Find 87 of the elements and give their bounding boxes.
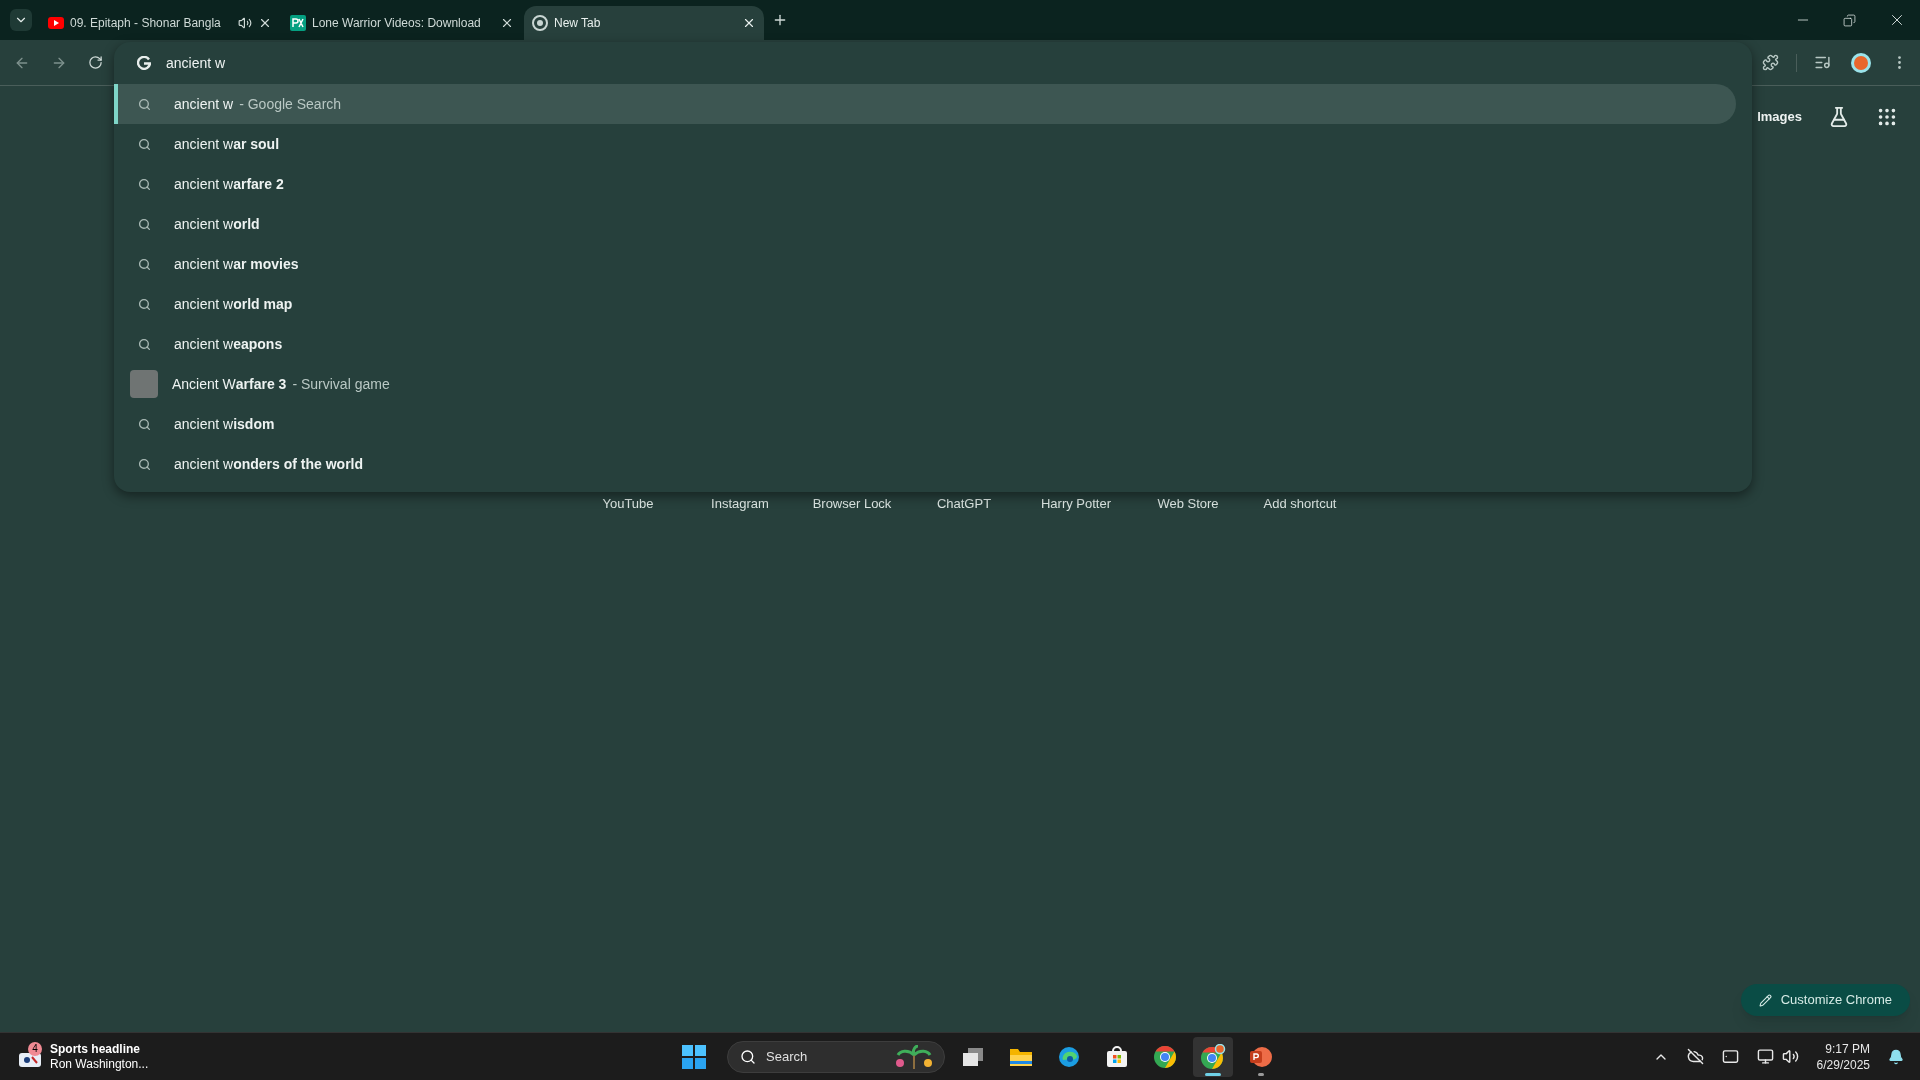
suggestion-text: ancient wisdom [174,414,275,434]
restore-icon[interactable] [1843,13,1856,27]
close-tab-icon[interactable] [500,16,514,30]
search-engine-icon [137,56,151,70]
browser-tab[interactable]: New Tab [524,6,764,40]
search-input[interactable]: Search [766,1046,880,1067]
shortcut-link[interactable]: Harry Potter [1020,494,1132,514]
search-icon [138,297,151,311]
task-view-icon [962,1046,984,1067]
search-icon [740,1048,756,1065]
browser-tab[interactable]: Lone Warrior Videos: Download [282,6,522,40]
tab-search-button[interactable] [10,9,32,31]
suggestion-row[interactable]: ancient world [114,204,1736,244]
volume-icon[interactable] [1781,1048,1799,1065]
suggestion-text: ancient war soul [174,134,280,154]
shopping-bag-icon [1106,1045,1128,1068]
suggestion-text: Ancient Warfare 3 - Survival game [172,374,390,394]
slides-app-icon [1249,1045,1273,1068]
suggestion-row[interactable]: ancient warfare 2 [114,164,1736,204]
suggestion-row[interactable]: ancient wonders of the world [114,444,1736,484]
profile-avatar[interactable] [1851,52,1871,73]
search-icon [138,137,151,151]
search-icon [138,457,151,471]
search-icon [138,337,151,351]
cloud-off-icon[interactable] [1686,1048,1704,1065]
touchpad-icon[interactable] [1721,1048,1739,1065]
shortcut-link[interactable]: Browser Lock [796,494,908,514]
suggestion-row[interactable]: ancient war soul [114,124,1736,164]
start-icon[interactable] [681,1043,707,1070]
suggestion-text: ancient wonders of the world [174,454,364,474]
suggestion-row[interactable]: ancient world map [114,284,1736,324]
network-icon[interactable] [1756,1048,1774,1065]
shortcut-link[interactable]: YouTube [572,494,684,514]
apps-grid-icon[interactable] [1876,106,1898,128]
notification-badge: 4 [28,1041,42,1056]
search-icon [138,417,151,431]
browser-logo-icon [1200,1043,1226,1070]
shortcut-link[interactable]: ChatGPT [908,494,1020,514]
browser-tab[interactable]: 09. Epitaph - Shonar Bangla [40,6,280,40]
taskbar-search-field[interactable]: Search [727,1040,945,1073]
extensions-icon[interactable] [1762,54,1779,71]
folder-icon [1009,1046,1033,1067]
suggestion-row[interactable]: Ancient Warfare 3 - Survival game [114,364,1736,404]
shortcut-link[interactable]: Add shortcut [1244,494,1356,514]
suggestion-row[interactable]: ancient wisdom [114,404,1736,444]
suggestion-row[interactable]: ancient war movies [114,244,1736,284]
tab-title: 09. Epitaph - Shonar Bangla [70,15,221,32]
suggestion-text: ancient world [174,214,260,234]
suggestion-text: ancient w - Google Search [174,94,342,114]
game-thumbnail [130,370,158,398]
news-widget[interactable]: 4 Sports headline Ron Washington... [0,1041,300,1072]
new-tab-icon[interactable] [772,12,788,28]
close-tab-icon[interactable] [258,16,272,30]
browser-logo-icon [1153,1044,1177,1069]
customize-button[interactable]: Customize Chrome [1740,984,1910,1016]
suggestion-row[interactable]: ancient weapons [114,324,1736,364]
widget-subtitle: Ron Washington... [50,1056,149,1072]
browser-logo-icon [532,15,548,31]
images-link[interactable]: Images [1757,107,1802,127]
flask-icon[interactable] [1828,106,1850,128]
notification-bell-icon[interactable] [1888,1048,1904,1065]
suggestion-text: ancient war movies [174,254,299,274]
clock-date[interactable]: 6/29/2025 [1816,1056,1870,1073]
search-icon [138,97,151,111]
address-field[interactable]: ancient w [166,52,1752,74]
shortcut-link[interactable]: Web Store [1132,494,1244,514]
pencil-icon [1758,993,1772,1007]
taskbar-app-button[interactable] [1193,1036,1233,1077]
tab-title: New Tab [554,15,601,32]
suggestion-text: ancient world map [174,294,293,314]
tab-title: Lone Warrior Videos: Download [312,15,481,32]
search-icon [138,177,151,191]
close-tab-icon[interactable] [742,16,756,30]
widget-headline: Sports headline [50,1041,142,1057]
search-icon [138,257,151,271]
suggestion-text: ancient weapons [174,334,283,354]
suggestion-row[interactable]: ancient w - Google Search [114,84,1736,124]
wave-browser-icon [1058,1045,1080,1068]
shortcut-link[interactable]: Instagram [684,494,796,514]
search-icon [138,217,151,231]
reload-icon[interactable] [88,55,103,70]
suggestion-text: ancient warfare 2 [174,174,284,194]
clock-time[interactable]: 9:17 PM [1825,1040,1870,1057]
media-controls-icon[interactable] [1814,54,1831,71]
stock-site-icon [290,15,306,31]
video-site-icon [48,17,64,29]
speaker-icon[interactable] [238,16,252,30]
